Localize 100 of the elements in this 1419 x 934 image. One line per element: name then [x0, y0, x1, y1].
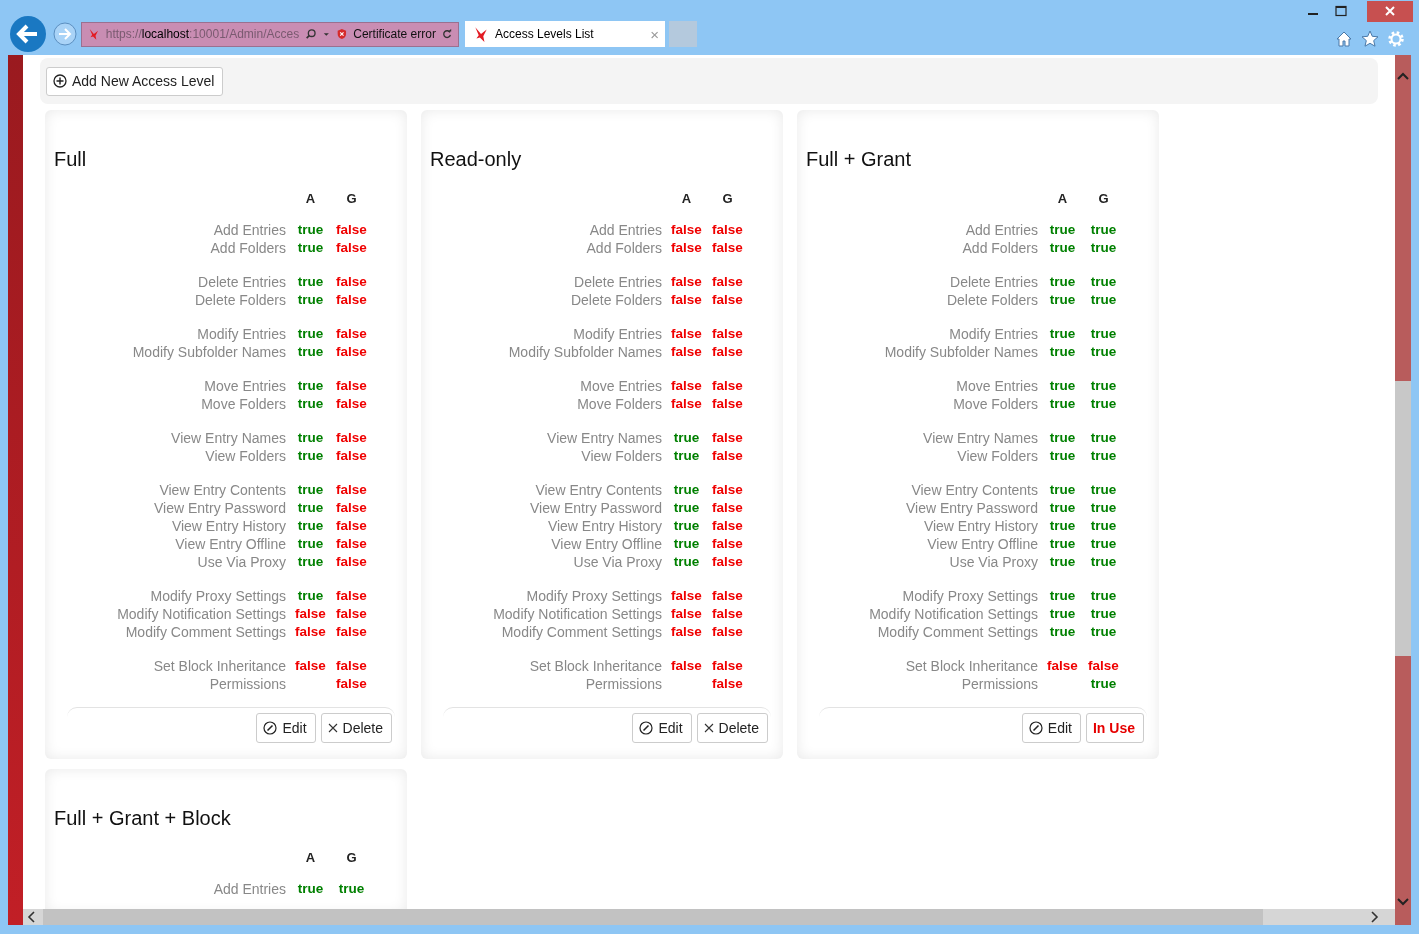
permission-label: View Entry Contents: [910, 481, 1039, 499]
permission-label: Modify Comment Settings: [876, 623, 1039, 641]
card-title: Full + Grant + Block: [54, 806, 232, 830]
permission-value: false: [335, 377, 368, 395]
permission-value: false: [294, 623, 327, 641]
column-header: A: [304, 849, 317, 867]
column-header: G: [721, 190, 734, 208]
permission-value: true: [296, 517, 325, 535]
permission-value: false: [711, 447, 744, 465]
permission-value: true: [672, 535, 701, 553]
permission-value: true: [296, 481, 325, 499]
permission-label: Move Folders: [200, 395, 287, 413]
permission-label: Delete Entries: [949, 273, 1039, 291]
scroll-down-icon[interactable]: [1397, 897, 1409, 907]
permission-value: false: [711, 675, 744, 693]
permission-value: false: [335, 395, 368, 413]
permission-value: false: [335, 239, 368, 257]
permission-value: true: [296, 343, 325, 361]
permission-value: true: [296, 325, 325, 343]
refresh-icon[interactable]: [441, 28, 452, 40]
permission-value: true: [1048, 429, 1077, 447]
permission-value: true: [1048, 377, 1077, 395]
permission-value: true: [1089, 291, 1118, 309]
certificate-error-text[interactable]: Certificate error: [353, 27, 436, 41]
permission-label: View Folders: [204, 447, 287, 465]
pencil-icon: [263, 721, 278, 735]
permission-value: false: [670, 605, 703, 623]
permission-value: true: [296, 273, 325, 291]
permission-value: false: [711, 429, 744, 447]
scroll-right-icon[interactable]: [1369, 911, 1379, 923]
permission-label: Set Block Inheritance: [904, 657, 1039, 675]
permission-label: Move Entries: [579, 377, 663, 395]
vertical-scrollbar[interactable]: [1395, 55, 1411, 925]
permission-value: true: [1089, 675, 1118, 693]
home-icon[interactable]: [1335, 30, 1353, 48]
back-button[interactable]: [9, 15, 47, 53]
in-use-button[interactable]: In Use: [1086, 713, 1144, 743]
close-window-button[interactable]: [1367, 0, 1413, 22]
permission-label: View Entry Offline: [926, 535, 1039, 553]
permission-value: false: [670, 343, 703, 361]
permission-value: true: [672, 481, 701, 499]
permission-value: true: [1089, 377, 1118, 395]
address-bar[interactable]: https://localhost:10001/Admin/Acces Certificate error: [81, 21, 459, 47]
permission-label: Modify Subfolder Names: [131, 343, 287, 361]
permission-value: false: [335, 535, 368, 553]
permission-value: false: [711, 377, 744, 395]
maximize-icon[interactable]: [1335, 5, 1347, 17]
permission-label: Delete Folders: [945, 291, 1039, 309]
permission-label: View Entry Names: [546, 429, 663, 447]
permission-value: true: [1089, 623, 1118, 641]
permission-value: true: [296, 535, 325, 553]
permission-value: true: [1089, 429, 1118, 447]
horizontal-scrollbar[interactable]: [23, 909, 1395, 925]
permission-label: Modify Notification Settings: [868, 605, 1039, 623]
scroll-up-icon[interactable]: [1397, 71, 1409, 81]
search-icon[interactable]: [305, 27, 317, 41]
edit-button[interactable]: Edit: [1021, 713, 1081, 743]
permission-label: Modify Proxy Settings: [901, 587, 1039, 605]
permission-label: View Entry History: [922, 517, 1039, 535]
permission-label: View Entry Password: [153, 499, 287, 517]
column-header: G: [345, 190, 358, 208]
permission-value: false: [711, 517, 744, 535]
bird-icon: [88, 27, 100, 41]
url-text: https://localhost:10001/Admin/Acces: [105, 27, 300, 41]
browser-tab[interactable]: Access Levels List ×: [465, 21, 665, 47]
bird-icon: [473, 26, 489, 42]
card-title: Full + Grant: [806, 147, 913, 171]
delete-button[interactable]: Delete: [696, 713, 768, 743]
edit-button[interactable]: Edit: [632, 713, 692, 743]
permission-value: true: [1089, 553, 1118, 571]
star-icon[interactable]: [1361, 30, 1379, 48]
permission-value: false: [335, 447, 368, 465]
permission-label: Modify Subfolder Names: [507, 343, 663, 361]
plus-icon: [53, 74, 67, 88]
permission-label: View Entry History: [546, 517, 663, 535]
permission-value: true: [672, 553, 701, 571]
permission-label: View Entry Password: [905, 499, 1039, 517]
card-title: Read-only: [430, 147, 523, 171]
permission-value: false: [711, 623, 744, 641]
add-access-level-button[interactable]: Add New Access Level: [46, 66, 224, 96]
permission-value: true: [1048, 587, 1077, 605]
edit-button[interactable]: Edit: [256, 713, 316, 743]
close-icon: [1384, 5, 1396, 17]
permission-value: true: [296, 377, 325, 395]
permission-label: Modify Proxy Settings: [149, 587, 287, 605]
permission-value: true: [1089, 273, 1118, 291]
column-header: A: [304, 190, 317, 208]
permission-label: Modify Comment Settings: [124, 623, 287, 641]
permission-value: true: [1048, 517, 1077, 535]
forward-button[interactable]: [53, 22, 77, 46]
permission-label: Add Folders: [585, 239, 663, 257]
permission-value: false: [670, 657, 703, 675]
permission-value: false: [335, 517, 368, 535]
scroll-left-icon[interactable]: [27, 911, 37, 923]
delete-button[interactable]: Delete: [320, 713, 392, 743]
permission-value: false: [335, 587, 368, 605]
permission-value: false: [335, 553, 368, 571]
permission-label: Add Entries: [212, 221, 287, 239]
card-title: Full: [54, 147, 88, 171]
permission-value: true: [296, 447, 325, 465]
